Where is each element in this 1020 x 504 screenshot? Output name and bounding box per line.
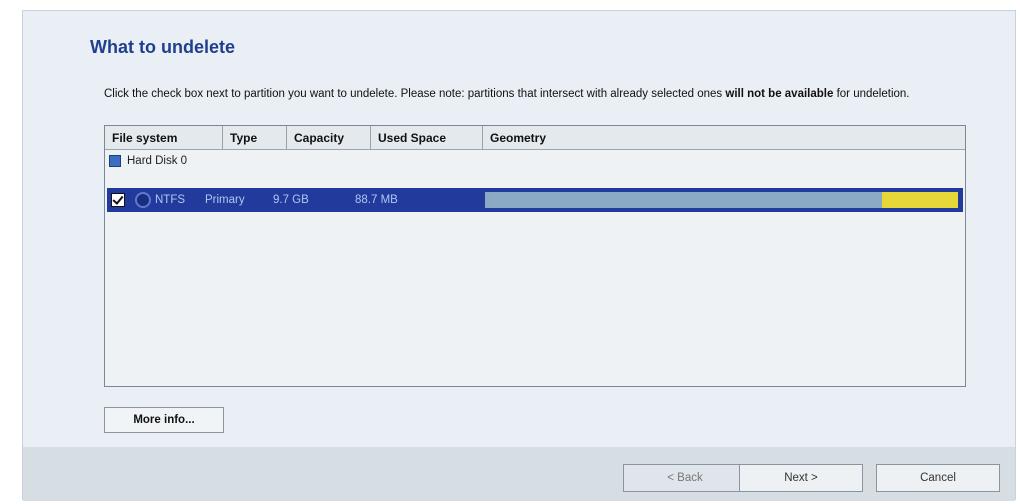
description-bold: will not be available [725, 88, 834, 100]
hard-disk-row[interactable]: Hard Disk 0 [109, 152, 187, 170]
partition-disk-icon [135, 192, 151, 208]
column-header-file-system[interactable]: File system [105, 126, 223, 149]
column-header-used-space[interactable]: Used Space [371, 126, 483, 149]
column-header-geometry[interactable]: Geometry [483, 126, 965, 149]
partition-geometry-bar [485, 192, 958, 208]
more-info-button[interactable]: More info... [104, 407, 224, 433]
partition-type: Primary [205, 194, 245, 206]
undelete-wizard-dialog: What to undelete Click the check box nex… [22, 10, 1016, 501]
column-header-type[interactable]: Type [223, 126, 287, 149]
partition-used-space: 88.7 MB [355, 194, 398, 206]
cancel-button[interactable]: Cancel [876, 464, 1000, 492]
dialog-description: Click the check box next to partition yo… [104, 87, 934, 101]
next-button[interactable]: Next > [739, 464, 863, 492]
partition-capacity: 9.7 GB [273, 194, 309, 206]
wizard-footer: < Back Next > Cancel [23, 447, 1015, 501]
partition-checkbox[interactable] [111, 193, 125, 207]
partition-row[interactable]: NTFS Primary 9.7 GB 88.7 MB [107, 188, 963, 212]
partition-file-system: NTFS [155, 194, 186, 206]
hard-disk-icon [109, 155, 121, 167]
description-start: Click the check box next to partition yo… [104, 88, 723, 100]
dialog-title: What to undelete [90, 37, 235, 57]
partition-list[interactable]: File system Type Capacity Used Space Geo… [104, 125, 966, 387]
column-header-capacity[interactable]: Capacity [287, 126, 371, 149]
back-button[interactable]: < Back [623, 464, 747, 492]
partition-used-geometry [882, 192, 958, 208]
hard-disk-label: Hard Disk 0 [127, 155, 188, 167]
description-end: for undeletion. [836, 88, 910, 100]
partition-list-header: File system Type Capacity Used Space Geo… [105, 126, 965, 150]
